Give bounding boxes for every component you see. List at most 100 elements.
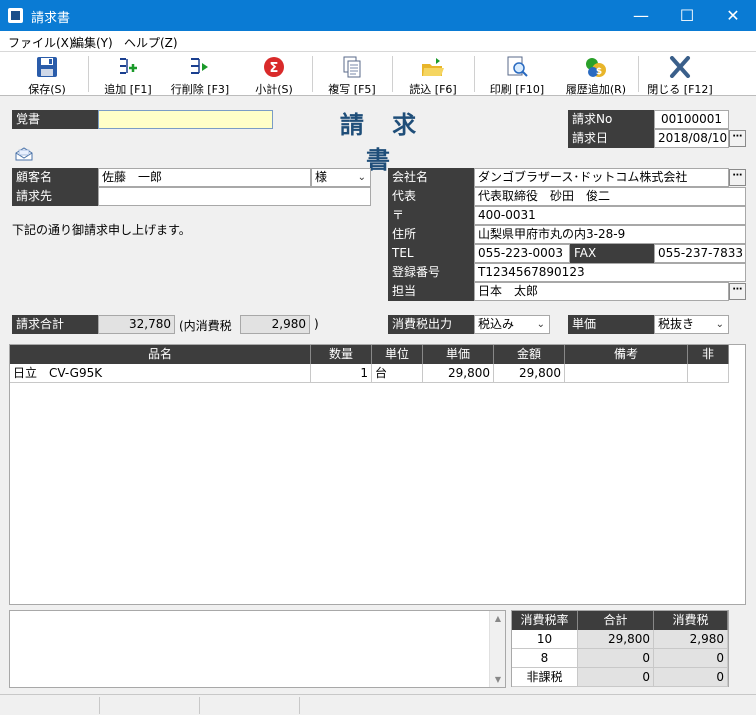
memo-label: 覚書: [12, 110, 98, 129]
tel-label: TEL: [388, 244, 474, 263]
tax-total-cell: 29,800: [578, 630, 654, 649]
column-header-qty[interactable]: 数量: [311, 345, 372, 364]
chevron-down-icon: ⌄: [536, 319, 545, 330]
table-cell-remarks[interactable]: [565, 364, 688, 383]
print-preview-icon: [507, 56, 528, 77]
honorific-select[interactable]: 様 ⌄: [311, 168, 371, 187]
table-cell-non-taxable[interactable]: [688, 364, 729, 383]
table-cell-amount[interactable]: 29,800: [494, 364, 565, 383]
window-close-button[interactable]: ✕: [710, 0, 756, 31]
tax-output-select[interactable]: 税込み ⌄: [474, 315, 550, 334]
tax-output-value: 税込み: [478, 317, 515, 331]
tax-rate-cell: 非課税: [512, 668, 578, 687]
rep-label: 代表: [388, 187, 474, 206]
column-header-amount[interactable]: 金額: [494, 345, 565, 364]
copy-button[interactable]: 複写 [F5]: [320, 54, 384, 96]
chevron-down-icon: ⌄: [357, 172, 366, 183]
company-name-field[interactable]: ダンゴブラザース･ドットコム株式会社: [474, 168, 729, 187]
honorific-value: 様: [315, 170, 328, 184]
total-label: 請求合計: [12, 315, 98, 334]
sigma-icon: Σ: [264, 57, 284, 77]
menu-bar: ファイル(X) 編集(Y) ヘルプ(Z): [0, 31, 756, 51]
scroll-down-icon[interactable]: ▼: [490, 675, 506, 684]
toolbar-separator: [88, 56, 89, 92]
chevron-down-icon: ⌄: [715, 319, 724, 330]
column-header-non-taxable[interactable]: 非: [688, 345, 729, 364]
status-segment: [0, 697, 100, 714]
invoice-no-field[interactable]: 00100001: [654, 110, 729, 129]
company-picker-button[interactable]: ⋯: [729, 169, 746, 186]
zip-field[interactable]: 400-0031: [474, 206, 746, 225]
tax-col-rate: 消費税率: [512, 611, 578, 630]
table-cell-unit[interactable]: 台: [372, 364, 423, 383]
billto-field[interactable]: [98, 187, 371, 206]
address-field[interactable]: 山梨県甲府市丸の内3-28-9: [474, 225, 746, 244]
tax-amount-cell: 0: [654, 668, 728, 687]
maximize-button[interactable]: ☐: [664, 0, 710, 31]
customer-name-label: 顧客名: [12, 168, 98, 187]
zip-label: 〒: [388, 206, 474, 225]
delete-row-icon: [191, 58, 208, 74]
fax-label: FAX: [570, 244, 654, 263]
add-button[interactable]: 追加 [F1]: [96, 54, 160, 96]
staff-picker-button[interactable]: ⋯: [729, 283, 746, 300]
tax-rate-cell: 8: [512, 649, 578, 668]
menu-file[interactable]: ファイル(X): [8, 34, 74, 51]
toolbar-separator: [392, 56, 393, 92]
registration-label: 登録番号: [388, 263, 474, 282]
column-header-unit-price[interactable]: 単価: [423, 345, 494, 364]
column-header-item[interactable]: 品名: [10, 345, 311, 364]
envelope-icon[interactable]: [15, 147, 33, 161]
subtotal-button[interactable]: Σ 小計(S): [244, 54, 304, 96]
billto-label: 請求先: [12, 187, 98, 206]
notes-scrollbar[interactable]: ▲ ▼: [489, 611, 505, 687]
unit-price-select[interactable]: 税抜き ⌄: [654, 315, 729, 334]
date-picker-button[interactable]: ⋯: [729, 130, 746, 147]
unit-price-value: 税抜き: [658, 317, 695, 331]
svg-text:$: $: [596, 67, 602, 77]
rep-field[interactable]: 代表取締役 砂田 俊二: [474, 187, 746, 206]
close-x-icon: [670, 56, 690, 78]
staff-field[interactable]: 日本 太郎: [474, 282, 729, 301]
unit-price-label: 単価: [568, 315, 654, 334]
memo-input[interactable]: [98, 110, 273, 129]
invoice-date-label: 請求日: [568, 129, 654, 148]
table-cell-qty[interactable]: 1: [311, 364, 372, 383]
print-button[interactable]: 印刷 [F10]: [480, 54, 554, 96]
company-name-label: 会社名: [388, 168, 474, 187]
notes-textarea[interactable]: ▲ ▼: [9, 610, 506, 688]
customer-name-field[interactable]: 佐藤 一郎: [98, 168, 311, 187]
tax-amount-cell: 2,980: [654, 630, 728, 649]
items-grid: 品名 数量 単位 単価 金額 備考 非 日立 CV-G95K 1 台 29,80…: [9, 344, 746, 605]
fax-field[interactable]: 055-237-7833: [654, 244, 746, 263]
history-add-button[interactable]: $ 履歴追加(R): [558, 54, 634, 96]
menu-help[interactable]: ヘルプ(Z): [124, 34, 178, 51]
close-button[interactable]: 閉じる [F12]: [644, 54, 716, 96]
invoice-message: 下記の通り御請求申し上げます。: [12, 223, 191, 237]
tax-col-total: 合計: [578, 611, 654, 630]
load-button[interactable]: 読込 [F6]: [398, 54, 468, 96]
scroll-up-icon[interactable]: ▲: [490, 614, 506, 623]
tax-total-cell: 0: [578, 668, 654, 687]
invoice-date-field[interactable]: 2018/08/10: [654, 129, 729, 148]
menu-edit[interactable]: 編集(Y): [72, 34, 113, 51]
tel-field[interactable]: 055-223-0003: [474, 244, 570, 263]
tax-value: 2,980: [240, 315, 310, 334]
table-cell-item[interactable]: 日立 CV-G95K: [10, 364, 311, 383]
status-bar: [0, 694, 756, 715]
title-bar: 請求書 — ☐ ✕: [0, 0, 756, 31]
save-button[interactable]: 保存(S): [14, 54, 80, 96]
table-cell-unit-price[interactable]: 29,800: [423, 364, 494, 383]
registration-field[interactable]: T1234567890123: [474, 263, 746, 282]
column-header-unit[interactable]: 単位: [372, 345, 423, 364]
save-icon: [37, 57, 57, 77]
add-row-icon: [120, 58, 137, 74]
delete-row-button[interactable]: 行削除 [F3]: [164, 54, 236, 96]
total-value: 32,780: [98, 315, 175, 334]
column-header-remarks[interactable]: 備考: [565, 345, 688, 364]
tax-amount-cell: 0: [654, 649, 728, 668]
minimize-button[interactable]: —: [618, 0, 664, 31]
tax-open-text: (内消費税: [179, 319, 232, 333]
invoice-no-label: 請求No: [568, 110, 654, 129]
tax-summary-table: 消費税率 合計 消費税 10 29,800 2,980 8 0 0 非課税 0 …: [511, 610, 729, 687]
